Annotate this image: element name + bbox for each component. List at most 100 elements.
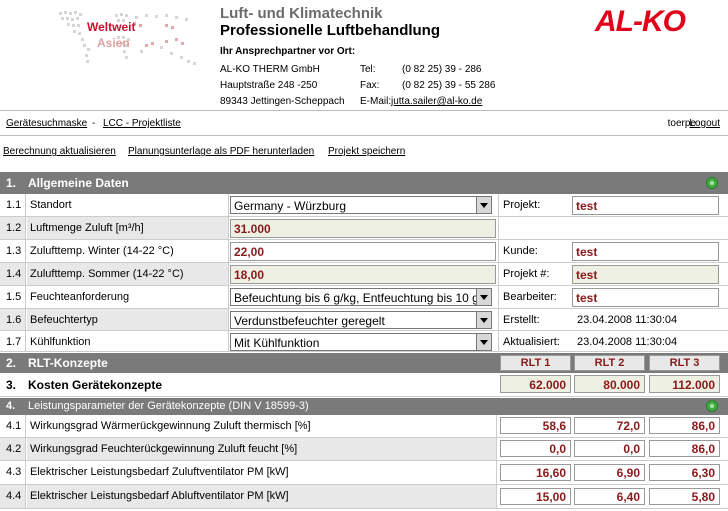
row-number: 1.6 xyxy=(0,309,26,330)
value-rlt-2: 0,0 xyxy=(574,440,645,457)
value-rlt-1: 15,00 xyxy=(500,488,571,505)
row-label: Zulufttemp. Sommer (14-22 °C) xyxy=(27,263,229,285)
row-4-3: 4.3 Elektrischer Leistungsbedarf Zuluftv… xyxy=(0,461,728,485)
right-label: Bearbeiter: xyxy=(498,286,571,308)
value-rlt-1: 0,0 xyxy=(500,440,571,457)
row-label: Feuchteanforderung xyxy=(27,286,229,308)
header-subtitle: Professionelle Luftbehandlung xyxy=(220,22,441,39)
value-rlt-1: 16,60 xyxy=(500,464,571,481)
save-project-link[interactable]: Projekt speichern xyxy=(328,146,405,157)
section-3-row: 3. Kosten Gerätekonzepte 62.000 80.000 1… xyxy=(0,373,728,397)
right-label: Aktualisiert: xyxy=(498,331,571,351)
world-map-image xyxy=(59,11,196,65)
refresh-icon[interactable] xyxy=(706,400,718,412)
kuehlfunktion-select[interactable]: Mit Kühlfunktion xyxy=(230,333,492,351)
row-number: 1.4 xyxy=(0,263,26,285)
row-number: 1.1 xyxy=(0,194,26,216)
right-label: Projekt: xyxy=(498,194,571,216)
row-number: 1.7 xyxy=(0,331,26,351)
value-rlt-3: 86,0 xyxy=(649,417,720,434)
section-4-header: 4. Leistungsparameter der Gerätekonzepte… xyxy=(0,398,728,415)
right-label: Projekt #: xyxy=(498,263,571,285)
section-1-header: 1. Allgemeine Daten xyxy=(0,172,728,194)
row-1-1: 1.1 Standort Germany - Würzburg Projekt:… xyxy=(0,194,728,217)
email-label: E-Mail: xyxy=(360,96,392,107)
row-label: Kühlfunktion xyxy=(27,331,229,351)
row-1-6: 1.6 Befeuchtertyp Verdunstbefeuchter ger… xyxy=(0,309,728,331)
standort-select[interactable]: Germany - Würzburg xyxy=(230,196,492,214)
row-label: Zulufttemp. Winter (14-22 °C) xyxy=(27,240,229,262)
right-label-empty xyxy=(498,217,571,239)
tel-label: Tel: xyxy=(360,64,376,75)
contact-city: 89343 Jettingen-Scheppach xyxy=(220,96,345,107)
fax-label: Fax: xyxy=(360,80,380,91)
header-title: Luft- und Klimatechnik xyxy=(220,5,383,22)
tel-value: (0 82 25) 39 - 286 xyxy=(402,64,482,75)
row-4-1: 4.1 Wirkungsgrad Wärmerückgewinnung Zulu… xyxy=(0,415,728,438)
luftmenge-value: 31.000 xyxy=(230,219,496,238)
value-rlt-1: 58,6 xyxy=(500,417,571,434)
rlt-1-header: RLT 1 xyxy=(500,355,571,371)
rlt-3-header: RLT 3 xyxy=(649,355,720,371)
bearbeiter-input[interactable]: test xyxy=(572,288,719,307)
row-label: Elektrischer Leistungsbedarf Zuluftventi… xyxy=(27,461,497,484)
row-number: 4.3 xyxy=(0,461,26,484)
cost-rlt-1: 62.000 xyxy=(500,375,571,393)
value-rlt-3: 86,0 xyxy=(649,440,720,457)
section-3-number: 3. xyxy=(6,378,17,392)
row-label: Elektrischer Leistungsbedarf Abluftventi… xyxy=(27,485,497,508)
chevron-down-icon[interactable] xyxy=(476,197,491,213)
row-1-2: 1.2 Luftmenge Zuluft [m³/h] 31.000 xyxy=(0,217,728,240)
header: Weltweit Asien Luft- und Klimatechnik Pr… xyxy=(0,0,728,108)
section-2-title: RLT-Konzepte xyxy=(28,356,108,370)
refresh-calculation-link[interactable]: Berechnung aktualisieren xyxy=(3,146,116,157)
chevron-down-icon[interactable] xyxy=(476,289,491,305)
feuchte-select[interactable]: Befeuchtung bis 6 g/kg, Entfeuchtung bis… xyxy=(230,288,492,306)
section-4-number: 4. xyxy=(6,400,16,412)
refresh-icon[interactable] xyxy=(706,177,718,189)
contact-label: Ihr Ansprechpartner vor Ort: xyxy=(220,46,356,57)
value-rlt-2: 72,0 xyxy=(574,417,645,434)
befeuchtertyp-select[interactable]: Verdunstbefeuchter geregelt xyxy=(230,311,492,329)
row-label: Standort xyxy=(27,194,229,216)
updated-timestamp: 23.04.2008 11:30:04 xyxy=(577,336,678,348)
created-timestamp: 23.04.2008 11:30:04 xyxy=(577,314,678,326)
kunde-input[interactable]: test xyxy=(572,242,719,261)
row-number: 1.3 xyxy=(0,240,26,262)
contact-street: Hauptstraße 248 -250 xyxy=(220,80,318,91)
section-2-number: 2. xyxy=(6,356,17,370)
row-1-4: 1.4 Zulufttemp. Sommer (14-22 °C) 18,00 … xyxy=(0,263,728,286)
section-1-title: Allgemeine Daten xyxy=(28,176,129,190)
row-number: 4.2 xyxy=(0,438,26,460)
email-link[interactable]: jutta.sailer@al-ko.de xyxy=(391,96,482,107)
summer-temp-value: 18,00 xyxy=(230,265,496,284)
row-label: Wirkungsgrad Feuchterückgewinnung Zuluft… xyxy=(27,438,497,460)
download-pdf-link[interactable]: Planungsunterlage als PDF herunterladen xyxy=(128,146,314,157)
nav-link-geraetesuchmaske[interactable]: Gerätesuchmaske xyxy=(6,118,87,129)
chevron-down-icon[interactable] xyxy=(476,334,491,350)
section-1-number: 1. xyxy=(6,176,17,190)
value-rlt-2: 6,90 xyxy=(574,464,645,481)
logout-link[interactable]: Logout xyxy=(689,118,720,129)
right-label: Kunde: xyxy=(498,240,571,262)
nav-separator: - xyxy=(92,118,96,129)
row-label: Luftmenge Zuluft [m³/h] xyxy=(27,217,229,239)
winter-temp-input[interactable]: 22,00 xyxy=(230,242,496,261)
select-value: Mit Kühlfunktion xyxy=(234,336,320,350)
row-number: 1.2 xyxy=(0,217,26,239)
select-value: Germany - Würzburg xyxy=(234,199,347,213)
projekt-input[interactable]: test xyxy=(572,196,719,215)
value-rlt-3: 5,80 xyxy=(649,488,720,505)
chevron-down-icon[interactable] xyxy=(476,312,491,328)
nav-link-projektliste[interactable]: LCC - Projektliste xyxy=(103,118,181,129)
cost-rlt-2: 80.000 xyxy=(574,375,645,393)
map-subtitle: Asien xyxy=(97,36,130,50)
row-1-3: 1.3 Zulufttemp. Winter (14-22 °C) 22,00 … xyxy=(0,240,728,263)
row-4-4: 4.4 Elektrischer Leistungsbedarf Abluftv… xyxy=(0,485,728,509)
section-3-title: Kosten Gerätekonzepte xyxy=(28,378,163,392)
row-number: 1.5 xyxy=(0,286,26,308)
rlt-2-header: RLT 2 xyxy=(574,355,645,371)
row-4-2: 4.2 Wirkungsgrad Feuchterückgewinnung Zu… xyxy=(0,438,728,461)
row-number: 4.4 xyxy=(0,485,26,508)
section-4-title: Leistungsparameter der Gerätekonzepte (D… xyxy=(28,400,309,412)
